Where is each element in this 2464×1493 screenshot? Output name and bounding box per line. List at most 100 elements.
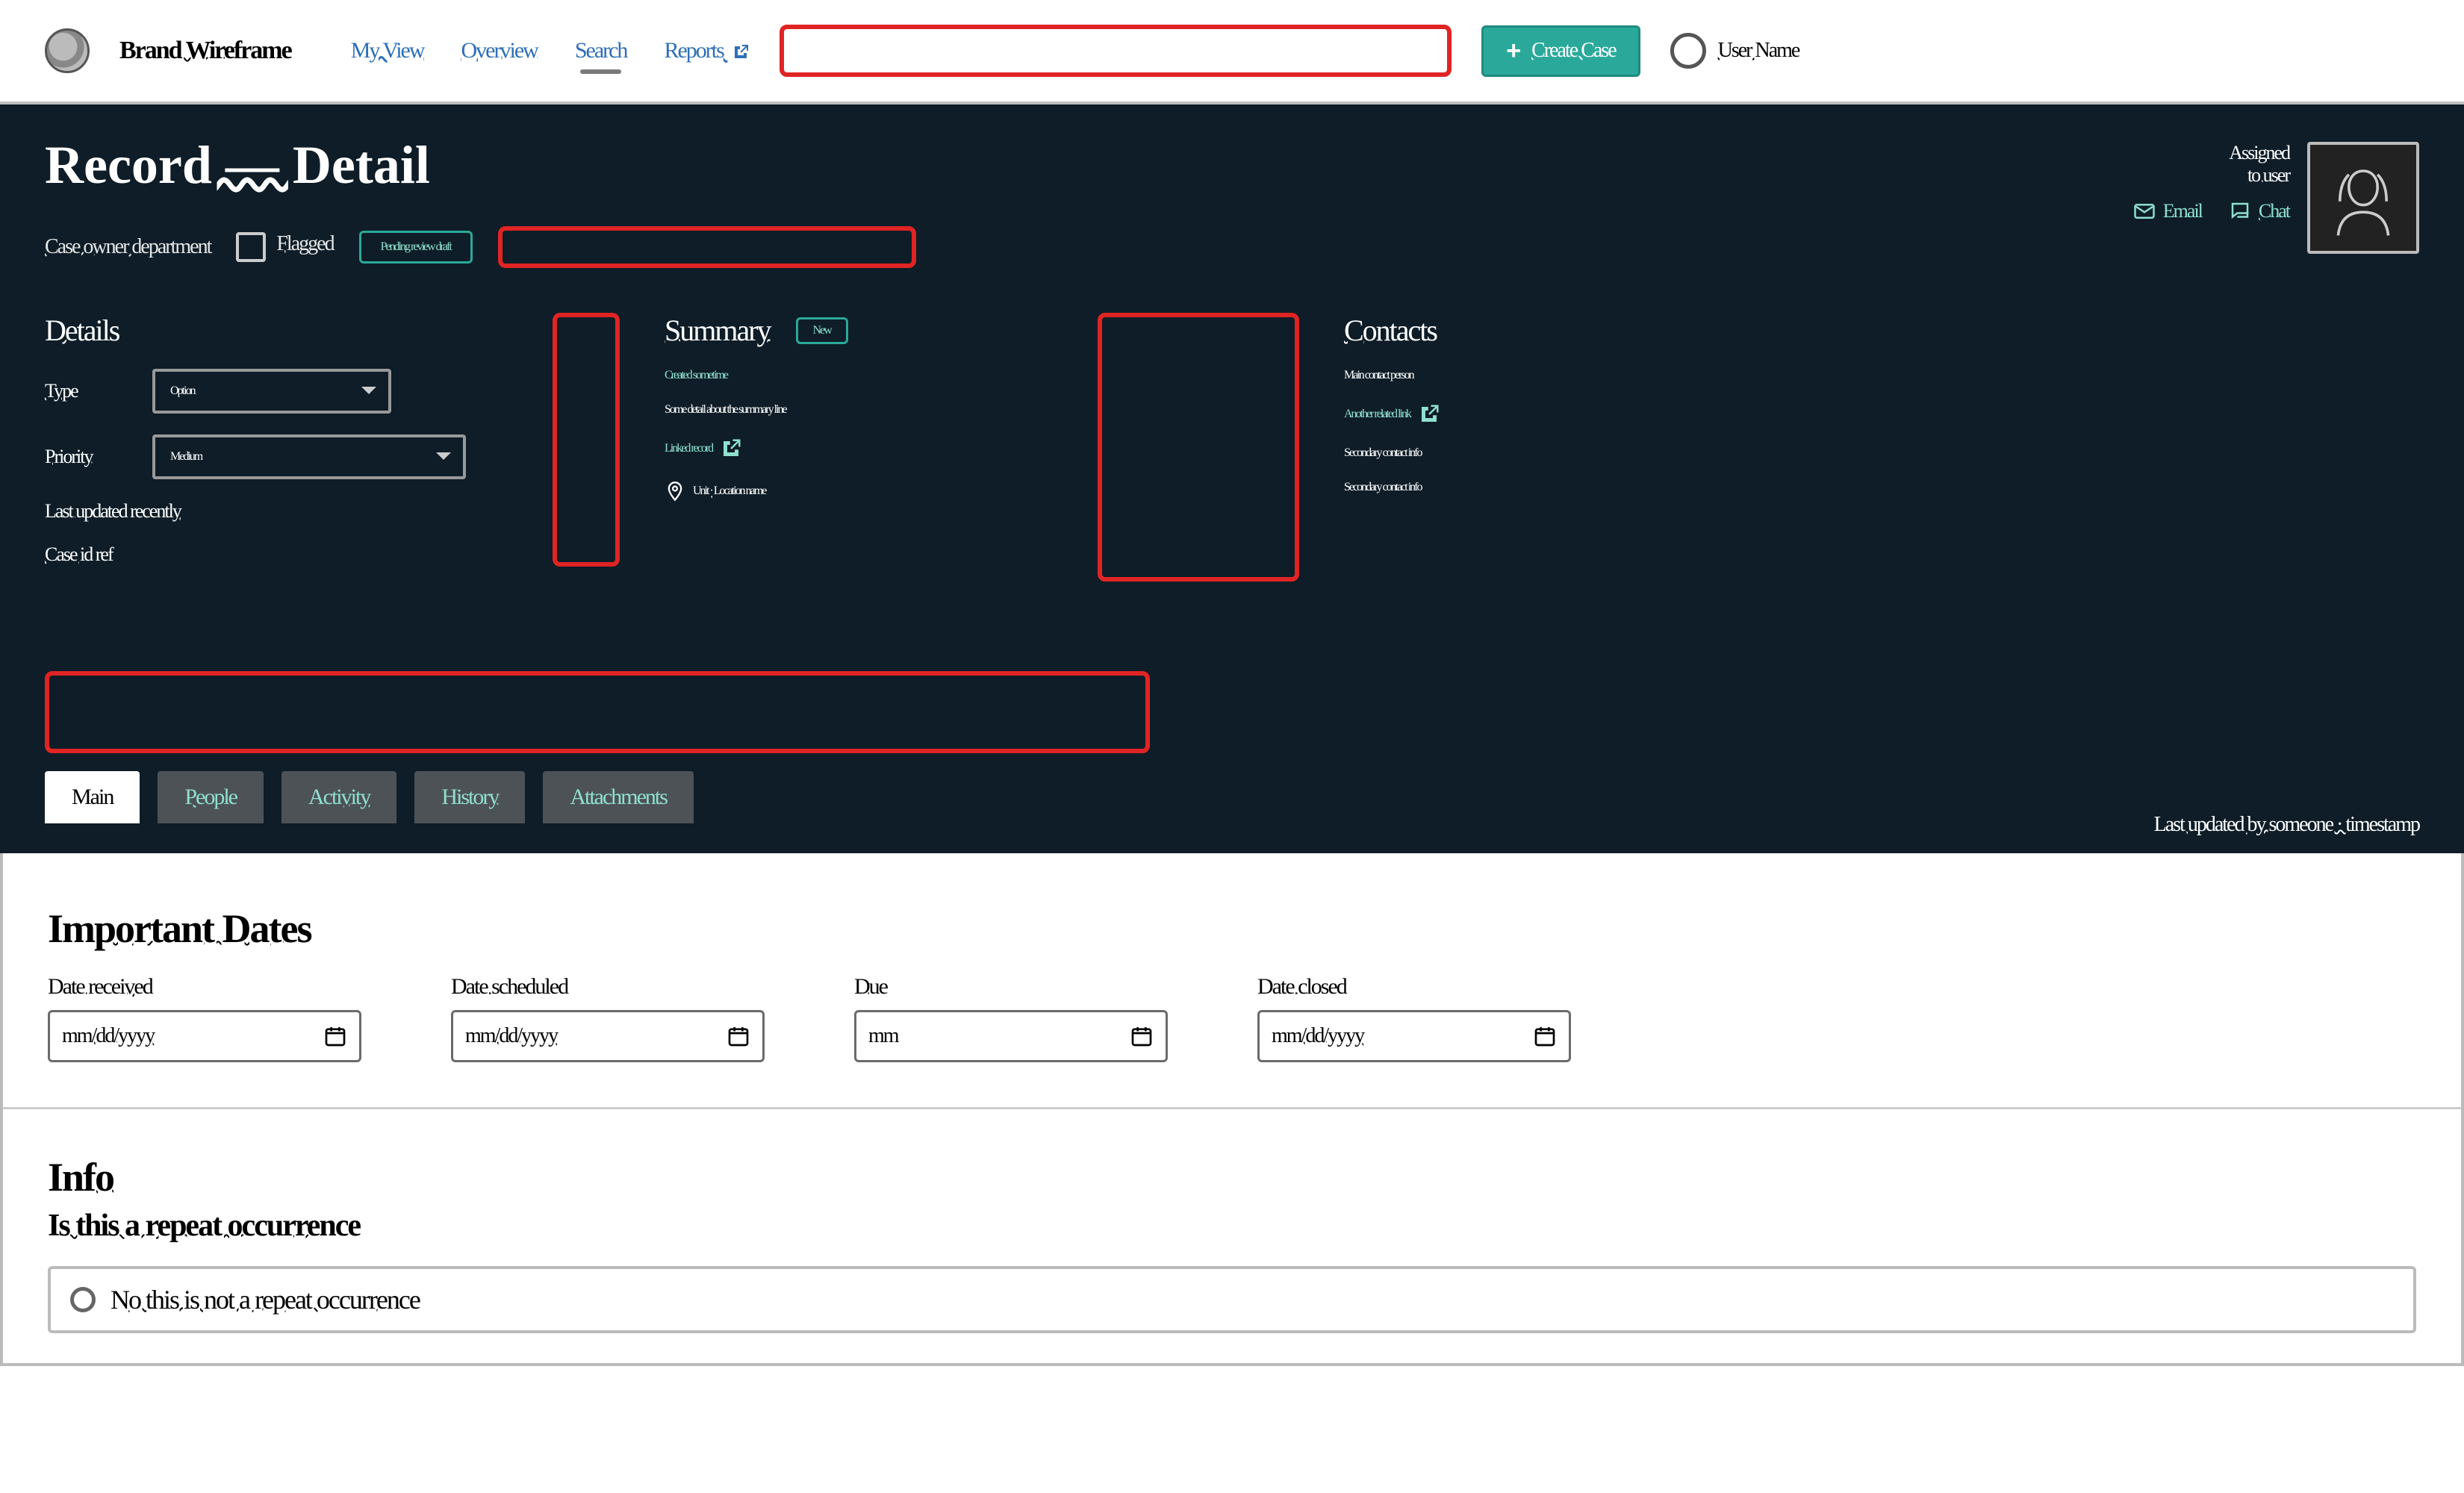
status-pill[interactable]: Pending review draft <box>359 231 473 264</box>
date-label-3: Date closed <box>1257 974 1571 1000</box>
date-input-3[interactable]: mm/dd/yyyy <box>1257 1010 1571 1062</box>
main-content: Important Dates Date received mm/dd/yyyy… <box>0 853 2464 1366</box>
page-title: Record — Detail <box>45 134 2419 196</box>
col2-chip[interactable]: New <box>796 317 848 344</box>
col2-linked-record[interactable]: Linked record <box>665 442 712 455</box>
hero-tabs: Main People Activity History Attachments <box>45 771 2419 823</box>
radio-icon <box>70 1287 96 1312</box>
calendar-icon <box>323 1024 347 1048</box>
date-input-1[interactable]: mm/dd/yyyy <box>451 1010 765 1062</box>
top-nav: Brand Wireframe My View Overview Search … <box>0 0 2464 105</box>
date-input-0[interactable]: mm/dd/yyyy <box>48 1010 361 1062</box>
col1-footer-1: Last updated recently <box>45 500 508 523</box>
hero-status-row: Case owner department Flagged Pending re… <box>45 226 2419 268</box>
col3-line2: Secondary contact info <box>1344 446 1732 460</box>
section-divider <box>3 1107 2461 1109</box>
avatar-ring-icon <box>1670 33 1706 69</box>
global-search-input[interactable] <box>780 25 1452 77</box>
info-heading: Info <box>48 1154 2416 1200</box>
user-name: User Name <box>1718 39 1799 63</box>
field-type-label: Type <box>45 380 134 402</box>
create-button-label: Create Case <box>1531 39 1616 63</box>
hero-red-bar[interactable] <box>45 671 1150 753</box>
col1-heading: Details <box>45 313 508 348</box>
date-field-1: Date scheduled mm/dd/yyyy <box>451 974 765 1062</box>
field-type-dropdown[interactable]: Option <box>152 369 391 414</box>
flag-control[interactable]: Flagged <box>236 232 333 262</box>
assignee-avatar[interactable] <box>2307 142 2419 254</box>
col2-line1: Created sometime <box>665 369 1053 382</box>
nav-link-3[interactable]: Reports <box>664 38 750 63</box>
tab-history[interactable]: History <box>414 771 525 823</box>
chat-link[interactable]: Chat <box>2229 200 2289 222</box>
hero-columns: Details Type Option Priority Medium Last… <box>45 313 2419 582</box>
chat-icon <box>2229 200 2251 222</box>
col2-location: Unit · Location name <box>693 484 765 498</box>
assigned-card: Assigned to user Email Chat <box>2133 142 2419 254</box>
tab-main[interactable]: Main <box>45 771 140 823</box>
date-value-2: mm <box>868 1024 898 1048</box>
col2-line2: Some detail about the summary line <box>665 403 1053 417</box>
external-link-icon <box>1418 403 1440 426</box>
person-outline-icon <box>2318 153 2408 243</box>
date-label-1: Date scheduled <box>451 974 765 1000</box>
field-priority-dropdown[interactable]: Medium <box>152 434 466 479</box>
hero-col-summary: Summary New Created sometime Some detail… <box>665 313 1053 502</box>
info-subheading: Is this a repeat occurrence <box>48 1208 2416 1244</box>
checkbox-icon <box>236 232 266 262</box>
date-field-3: Date closed mm/dd/yyyy <box>1257 974 1571 1062</box>
email-link[interactable]: Email <box>2133 200 2202 222</box>
record-hero: Record — Detail Case owner department Fl… <box>0 105 2464 853</box>
date-label-0: Date received <box>48 974 361 1000</box>
col2-heading: Summary <box>665 313 771 348</box>
assigned-label-1: Assigned <box>2133 142 2289 164</box>
radio-option-1[interactable]: No this is not a repeat occurrence <box>48 1266 2416 1333</box>
user-chip[interactable]: User Name <box>1670 33 1799 69</box>
nav-link-1[interactable]: Overview <box>461 38 538 63</box>
brand-name: Brand Wireframe <box>119 37 291 65</box>
nav-link-2[interactable]: Search <box>575 38 627 63</box>
red-placeholder-tall[interactable] <box>553 313 620 567</box>
nav-links: My View Overview Search Reports <box>351 38 750 63</box>
chat-label: Chat <box>2259 200 2289 222</box>
location-pin-icon <box>665 481 685 502</box>
radio-label-1: No this is not a repeat occurrence <box>111 1284 420 1315</box>
calendar-icon <box>1533 1024 1557 1048</box>
date-value-0: mm/dd/yyyy <box>62 1024 154 1048</box>
col3-line1: Main contact person <box>1344 369 1732 382</box>
date-label-2: Due <box>854 974 1168 1000</box>
tab-people[interactable]: People <box>158 771 264 823</box>
calendar-icon <box>727 1024 750 1048</box>
nav-link-3-label: Reports <box>664 38 723 63</box>
email-label: Email <box>2163 200 2202 222</box>
hero-col-contacts: Contacts Main contact person Another rel… <box>1344 313 1732 494</box>
hero-subtitle: Case owner department <box>45 235 211 259</box>
flag-label: Flagged <box>276 232 333 255</box>
plus-icon: + <box>1506 37 1521 66</box>
date-value-1: mm/dd/yyyy <box>465 1024 557 1048</box>
mail-icon <box>2133 200 2156 222</box>
col3-heading: Contacts <box>1344 313 1732 348</box>
hero-footer-text: Last updated by someone · timestamp <box>2154 813 2419 837</box>
red-placeholder-big[interactable] <box>1098 313 1299 582</box>
date-input-2[interactable]: mm <box>854 1010 1168 1062</box>
external-link-icon <box>732 43 750 61</box>
tab-attachments[interactable]: Attachments <box>543 771 694 823</box>
date-value-3: mm/dd/yyyy <box>1272 1024 1363 1048</box>
hero-red-field[interactable] <box>498 226 916 268</box>
field-priority-label: Priority <box>45 446 134 468</box>
date-field-2: Due mm <box>854 974 1168 1062</box>
tab-activity[interactable]: Activity <box>281 771 396 823</box>
nav-link-0[interactable]: My View <box>351 38 424 63</box>
assigned-label-2: to user <box>2133 164 2289 187</box>
dates-section-title: Important Dates <box>48 906 2416 952</box>
col3-link[interactable]: Another related link <box>1344 408 1410 421</box>
calendar-icon <box>1130 1024 1154 1048</box>
fingerprint-logo-icon <box>45 28 90 73</box>
date-grid: Date received mm/dd/yyyy Date scheduled … <box>48 974 2416 1062</box>
external-link-icon <box>720 437 742 460</box>
col1-footer-2: Case id ref <box>45 543 508 566</box>
create-button[interactable]: + Create Case <box>1481 25 1640 77</box>
date-field-0: Date received mm/dd/yyyy <box>48 974 361 1062</box>
hero-col-details: Details Type Option Priority Medium Last… <box>45 313 508 566</box>
